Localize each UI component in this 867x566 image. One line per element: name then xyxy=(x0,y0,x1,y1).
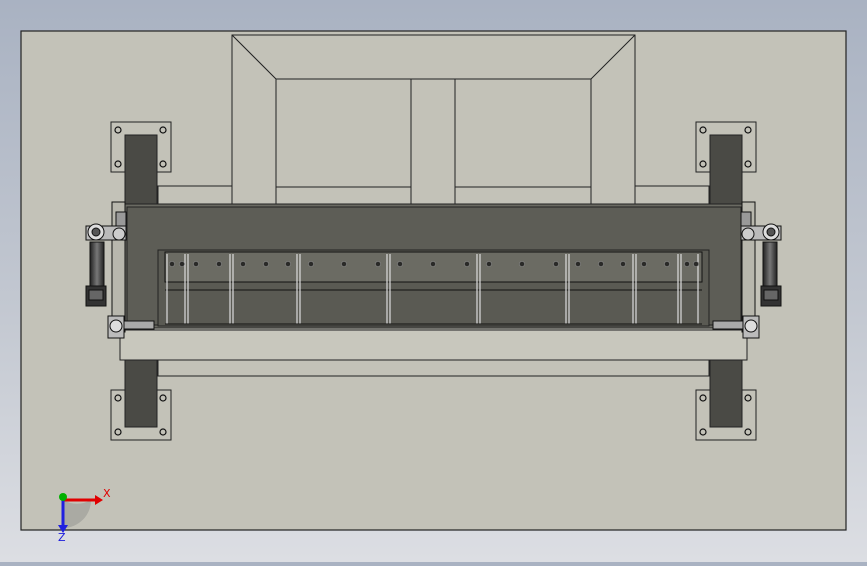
y-axis-dot xyxy=(59,493,67,501)
lower-beam xyxy=(119,329,748,377)
drawing-canvas[interactable] xyxy=(0,0,867,562)
z-axis-label: Z xyxy=(58,531,66,544)
x-axis-label: X xyxy=(103,487,111,500)
hopper-frame xyxy=(231,34,636,206)
cad-viewport[interactable]: X Y Z xyxy=(0,0,867,562)
